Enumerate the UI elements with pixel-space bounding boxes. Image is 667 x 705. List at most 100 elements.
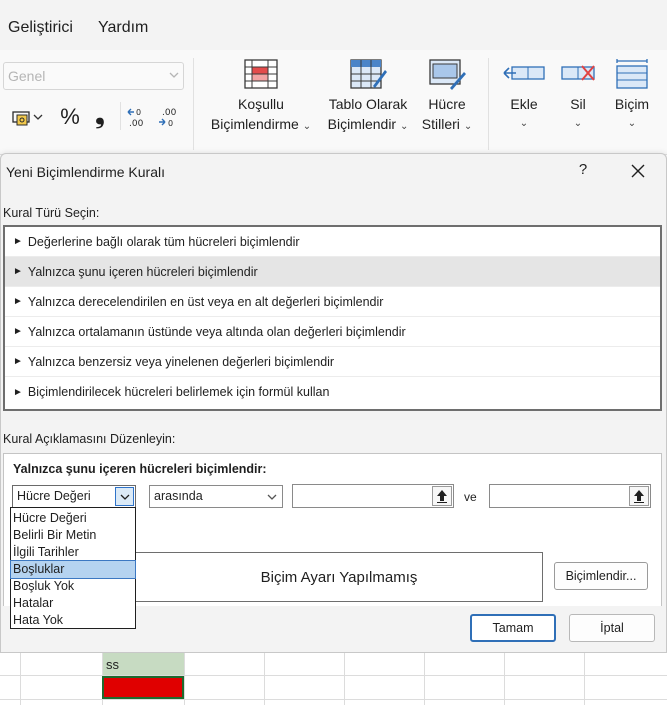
rule-type-item[interactable]: ► Yalnızca benzersiz veya yinelenen değe…	[5, 347, 660, 377]
percent-style-button[interactable]: %	[58, 104, 82, 130]
value-input-2[interactable]	[489, 484, 651, 508]
menu-developer[interactable]: Geliştirici	[8, 19, 73, 37]
delete-cells-button[interactable]: Sil ⌄	[556, 58, 600, 134]
close-button[interactable]	[627, 160, 649, 182]
number-format-value: Genel	[8, 68, 46, 84]
svg-text:0: 0	[168, 119, 173, 128]
and-label: ve	[464, 490, 477, 504]
rule-type-item[interactable]: ► Yalnızca ortalamanın üstünde veya altı…	[5, 317, 660, 347]
chevron-down-icon	[33, 114, 43, 120]
svg-text:0: 0	[136, 108, 141, 117]
rule-type-label: Değerlerine bağlı olarak tüm hücreleri b…	[27, 234, 300, 249]
operator-value: arasında	[154, 489, 203, 503]
arrow-icon: ►	[13, 296, 23, 307]
rule-type-item[interactable]: ► Değerlerine bağlı olarak tüm hücreleri…	[5, 227, 660, 257]
ribbon-separator	[120, 102, 121, 130]
dropdown-option[interactable]: Belirli Bir Metin	[11, 527, 135, 544]
ok-button[interactable]: Tamam	[470, 614, 556, 642]
chevron-down-icon: ⌄	[627, 118, 637, 129]
collapse-dialog-button[interactable]	[432, 486, 452, 506]
grid-line	[504, 653, 505, 705]
condition-type-dropdown-list: Hücre Değeri Belirli Bir Metin İlgili Ta…	[10, 507, 136, 629]
menu-bar: Geliştirici Yardım	[0, 0, 667, 50]
select-rule-type-label: Kural Türü Seçin:	[3, 206, 100, 220]
condition-type-select[interactable]: Hücre Değeri	[12, 485, 136, 508]
highlighted-cell[interactable]	[102, 676, 184, 699]
grid-line	[424, 653, 425, 705]
rule-type-label: Yalnızca benzersiz veya yinelenen değerl…	[27, 354, 335, 369]
increase-decimal-button[interactable]: 0 .00	[126, 104, 148, 130]
format-cells-icon	[616, 59, 648, 89]
format-as-table-button[interactable]: Tablo Olarak Biçimlendir ⌄	[322, 58, 414, 137]
arrow-icon: ►	[13, 326, 23, 337]
insert-label: Ekle	[510, 96, 538, 112]
delete-label: Sil	[570, 96, 586, 112]
dropdown-option[interactable]: Hücre Değeri	[11, 510, 135, 527]
decrease-decimal-icon: .00 0	[159, 108, 177, 128]
ribbon-separator	[193, 58, 194, 150]
collapse-dialog-button[interactable]	[629, 486, 649, 506]
chevron-down-icon	[120, 494, 129, 500]
arrow-icon: ►	[13, 266, 23, 277]
grid-line	[0, 675, 667, 676]
menu-help[interactable]: Yardım	[98, 19, 148, 37]
insert-cells-button[interactable]: Ekle ⌄	[498, 58, 550, 134]
rule-type-item[interactable]: ► Yalnızca derecelendirilen en üst veya …	[5, 287, 660, 317]
cell-styles-label-2: Stilleri	[421, 116, 460, 132]
format-button[interactable]: Biçimlendir...	[554, 562, 648, 590]
dropdown-option[interactable]: İlgili Tarihler	[11, 544, 135, 561]
conditional-formatting-icon	[244, 59, 278, 89]
condition-type-dropdown-button[interactable]	[115, 487, 134, 506]
svg-text:.00: .00	[162, 108, 177, 118]
grid-line	[344, 653, 345, 705]
accounting-format-button[interactable]	[6, 106, 48, 128]
comma-style-button[interactable]: ❟	[90, 102, 110, 130]
help-button[interactable]: ?	[573, 161, 593, 181]
cell-styles-icon	[429, 59, 466, 90]
format-preview: Biçim Ayarı Yapılmamış	[135, 552, 543, 602]
format-only-heading: Yalnızca şunu içeren hücreleri biçimlend…	[13, 462, 267, 476]
arrow-icon: ►	[13, 386, 23, 398]
rule-type-label: Yalnızca ortalamanın üstünde veya altınd…	[27, 324, 406, 339]
chevron-down-icon: ⌄	[399, 121, 409, 132]
dropdown-option[interactable]: Boşluk Yok	[11, 578, 135, 595]
dropdown-option[interactable]: Hata Yok	[11, 612, 135, 629]
conditional-formatting-button[interactable]: Koşullu Biçimlendirme ⌄	[204, 58, 318, 137]
chevron-down-icon: ⌄	[463, 121, 473, 132]
operator-dropdown-button[interactable]	[262, 487, 281, 506]
grid-line	[20, 653, 21, 705]
rule-type-item-selected[interactable]: ► Yalnızca şunu içeren hücreleri biçimle…	[5, 257, 660, 287]
rule-type-label: Biçimlendirilecek hücreleri belirlemek i…	[27, 385, 330, 399]
ribbon-separator	[488, 58, 489, 150]
delete-cells-icon	[561, 65, 595, 81]
rule-type-item[interactable]: ► Biçimlendirilecek hücreleri belirlemek…	[5, 377, 660, 407]
chevron-down-icon	[267, 494, 276, 500]
dropdown-option[interactable]: Hatalar	[11, 595, 135, 612]
upload-arrow-icon	[634, 490, 644, 503]
insert-cells-icon	[503, 66, 545, 80]
grid-line	[184, 653, 185, 705]
dropdown-option-highlighted[interactable]: Boşluklar	[10, 560, 136, 579]
chevron-down-icon: ⌄	[302, 121, 312, 132]
format-as-table-icon	[350, 59, 387, 89]
number-format-select[interactable]: Genel	[3, 62, 184, 90]
operator-select[interactable]: arasında	[149, 485, 283, 508]
worksheet-grid: ss	[0, 653, 667, 705]
rule-type-list: ► Değerlerine bağlı olarak tüm hücreleri…	[3, 225, 662, 411]
close-icon	[631, 164, 645, 178]
rule-type-label: Yalnızca şunu içeren hücreleri biçimlend…	[27, 264, 258, 279]
format-cells-button[interactable]: Biçim ⌄	[606, 58, 658, 134]
ribbon: Genel % ❟ 0 .00 .00 0 Koşullu Biçimlendi…	[0, 50, 667, 155]
cancel-button[interactable]: İptal	[569, 614, 655, 642]
chevron-down-icon: ⌄	[519, 118, 529, 129]
condition-type-value: Hücre Değeri	[17, 489, 91, 503]
grid-line	[264, 653, 265, 705]
format-as-table-label-2: Biçimlendir	[327, 116, 397, 132]
value-input-1[interactable]	[292, 484, 454, 508]
rule-type-label: Yalnızca derecelendirilen en üst veya en…	[27, 294, 384, 309]
arrow-icon: ►	[13, 236, 23, 247]
decrease-decimal-button[interactable]: .00 0	[156, 104, 180, 130]
format-label: Biçim	[614, 96, 650, 112]
dialog-title: Yeni Biçimlendirme Kuralı	[6, 164, 165, 180]
cell-styles-button[interactable]: Hücre Stilleri ⌄	[416, 58, 478, 137]
